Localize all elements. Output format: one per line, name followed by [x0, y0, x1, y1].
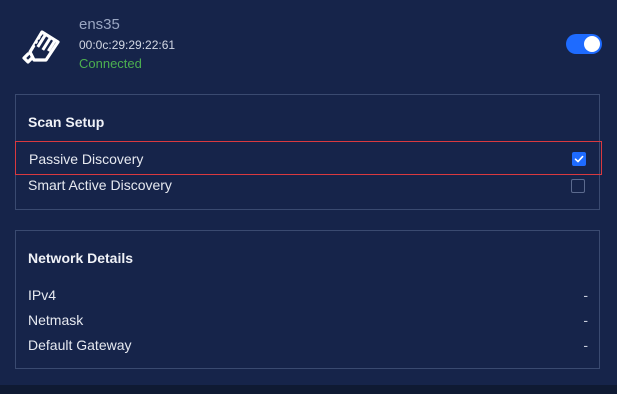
- detail-value: -: [583, 312, 588, 328]
- option-smart-active-discovery[interactable]: Smart Active Discovery: [16, 174, 599, 198]
- toggle-knob: [584, 36, 600, 52]
- detail-row-ipv4: IPv4 -: [16, 284, 599, 308]
- smart-active-discovery-checkbox[interactable]: [571, 179, 585, 193]
- interface-name: ens35: [79, 16, 120, 33]
- detail-label: IPv4: [28, 287, 57, 303]
- detail-label: Default Gateway: [28, 337, 132, 353]
- option-label: Passive Discovery: [29, 151, 144, 167]
- network-interface-panel: ens35 00:0c:29:29:22:61 Connected Scan S…: [0, 0, 617, 385]
- interface-header: ens35 00:0c:29:29:22:61 Connected: [0, 0, 617, 86]
- detail-value: -: [583, 287, 588, 303]
- check-icon: [574, 155, 584, 163]
- detail-row-netmask: Netmask -: [16, 309, 599, 333]
- option-label: Smart Active Discovery: [28, 177, 172, 193]
- passive-discovery-checkbox[interactable]: [572, 152, 586, 166]
- detail-value: -: [583, 337, 588, 353]
- option-passive-discovery[interactable]: Passive Discovery: [15, 141, 602, 175]
- network-details-title: Network Details: [28, 250, 134, 266]
- scan-setup-section: Scan Setup Passive Discovery Smart Activ…: [15, 94, 602, 210]
- interface-mac-address: 00:0c:29:29:22:61: [79, 38, 176, 52]
- detail-row-default-gateway: Default Gateway -: [16, 334, 599, 358]
- detail-label: Netmask: [28, 312, 84, 328]
- interface-status: Connected: [79, 56, 142, 71]
- network-details-section: Network Details IPv4 - Netmask - Default…: [15, 230, 600, 369]
- ethernet-plug-icon: [22, 30, 60, 64]
- interface-enable-toggle[interactable]: [566, 34, 602, 54]
- scan-setup-title: Scan Setup: [28, 114, 105, 130]
